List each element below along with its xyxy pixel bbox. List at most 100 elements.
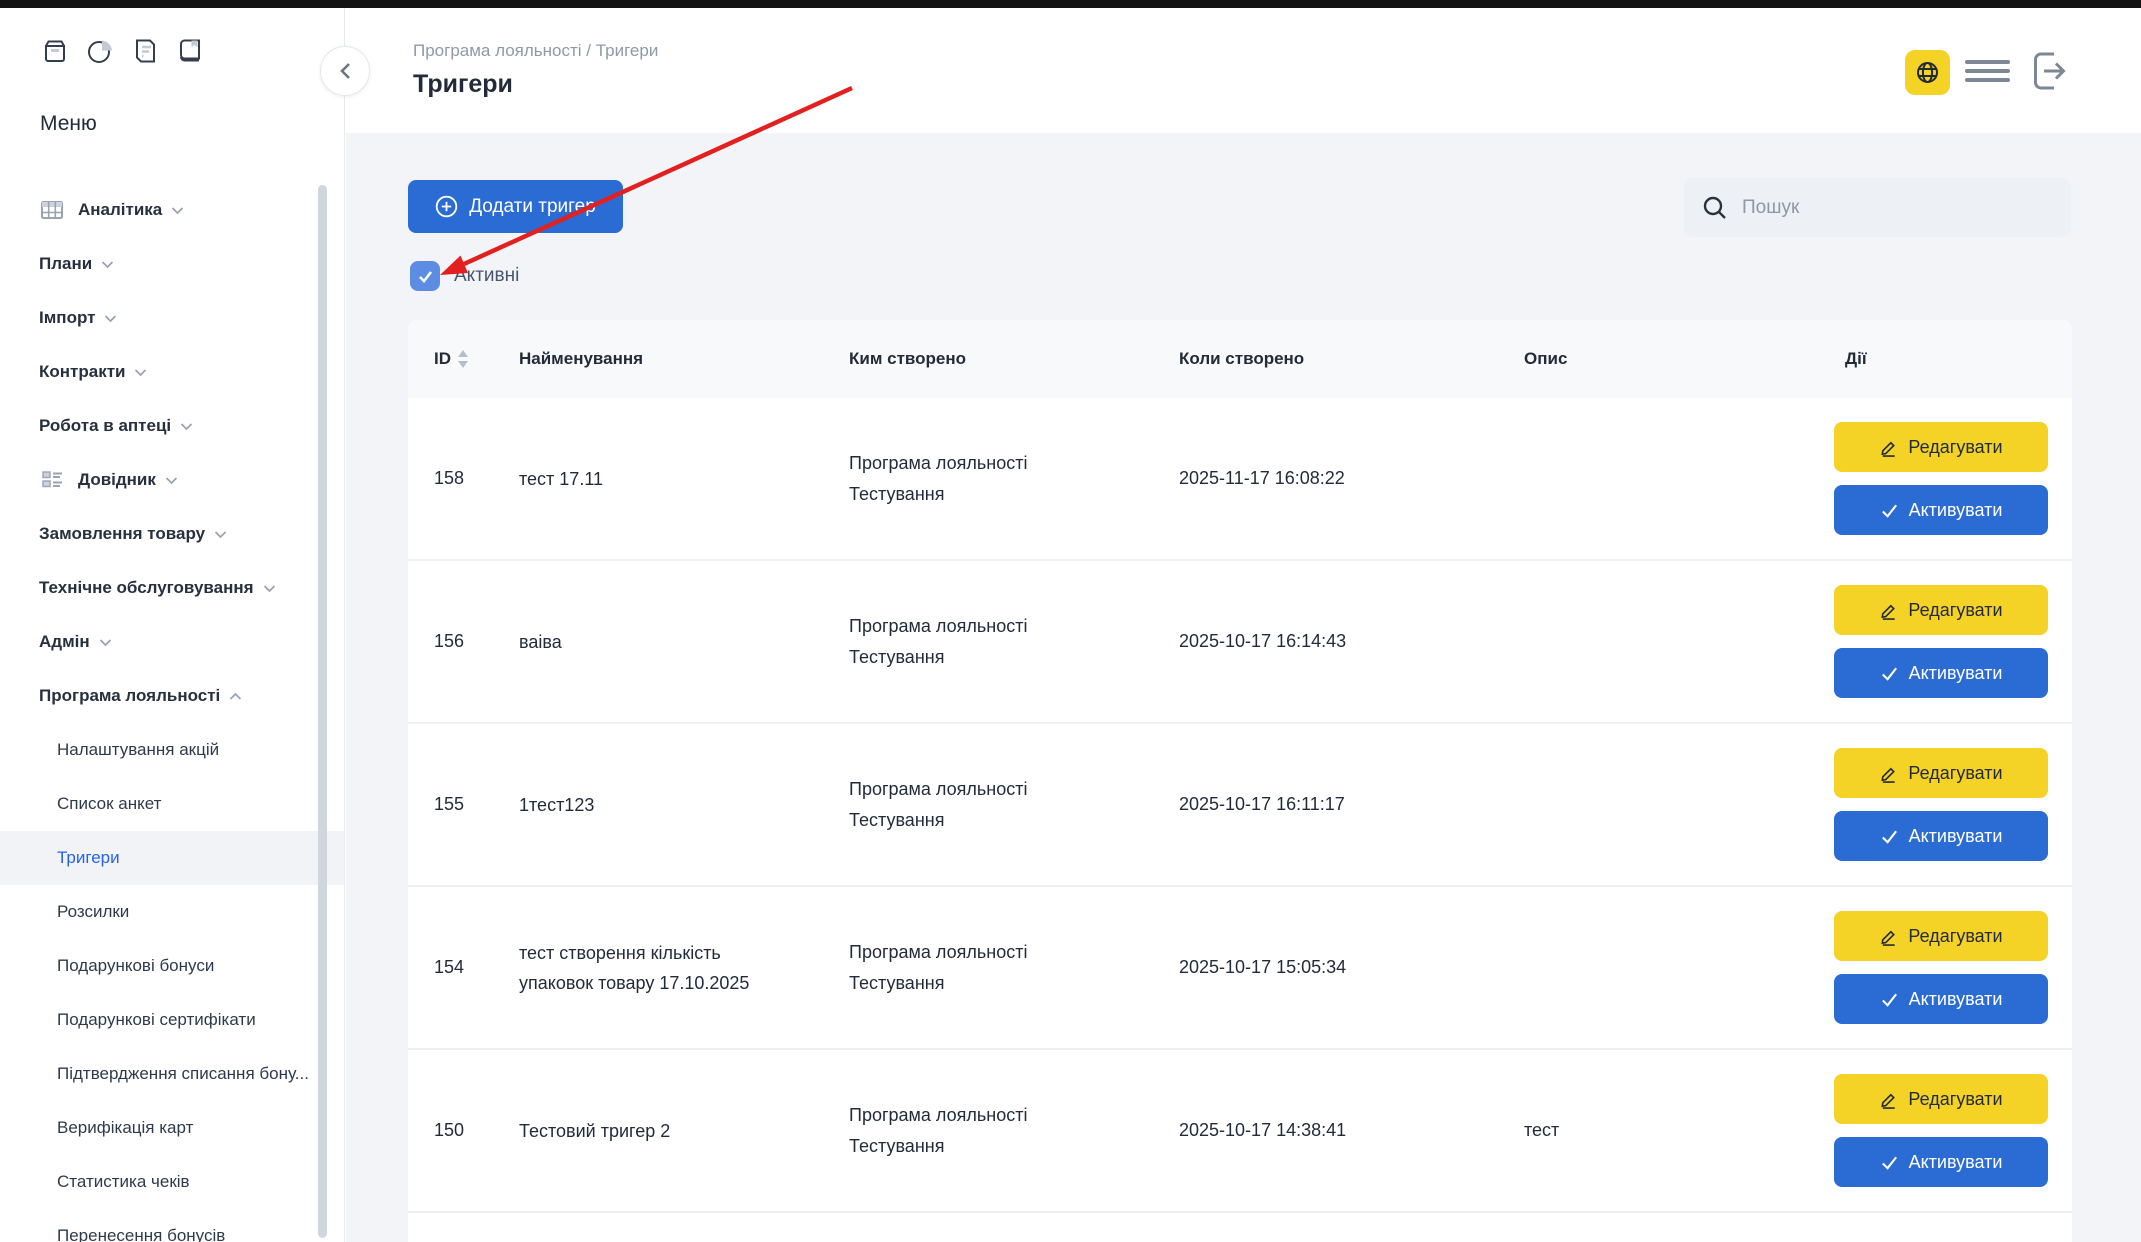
table-body: 158 тест 17.11 Програма лояльностіТестув…	[408, 398, 2072, 1213]
edit-button[interactable]: Редагувати	[1834, 1074, 2048, 1124]
cell-id: 156	[434, 631, 519, 652]
active-filter-checkbox[interactable]	[410, 261, 440, 291]
activate-button[interactable]: Активувати	[1834, 648, 2048, 698]
column-header-created-at: Коли створено	[1179, 349, 1524, 369]
sidebar-item-loyalty-program[interactable]: Програма лояльності	[0, 669, 344, 723]
language-button[interactable]	[1905, 50, 1950, 95]
cell-actions: Редагувати Активувати	[1824, 911, 2048, 1024]
chevron-down-icon	[104, 314, 117, 323]
cell-created-at: 2025-10-17 16:14:43	[1179, 631, 1524, 652]
edit-button[interactable]: Редагувати	[1834, 422, 2048, 472]
pencil-icon	[1879, 1090, 1898, 1109]
sidebar-item-triggers[interactable]: Тригери	[0, 831, 344, 885]
search-icon	[1702, 195, 1728, 221]
pencil-icon	[1879, 601, 1898, 620]
cell-created-by: Програма лояльностіТестування	[849, 611, 1179, 673]
table-row: 155 1тест123 Програма лояльностіТестуван…	[408, 724, 2072, 887]
sidebar-item-questionnaires[interactable]: Список анкет	[0, 777, 344, 831]
cell-created-at: 2025-10-17 16:11:17	[1179, 794, 1524, 815]
page-header: Програма лояльності / Тригери Тригери	[346, 8, 2141, 133]
cell-name: ваіва	[519, 627, 769, 657]
sidebar-item-receipt-statistics[interactable]: Статистика чеків	[0, 1155, 344, 1209]
activate-button[interactable]: Активувати	[1834, 811, 2048, 861]
sidebar-item-bonus-writeoff-confirmation[interactable]: Підтвердження списання бону...	[0, 1047, 344, 1101]
sidebar-item-gift-certificates[interactable]: Подарункові сертифікати	[0, 993, 344, 1047]
search-input[interactable]	[1742, 197, 2053, 219]
chevron-down-icon	[134, 368, 147, 377]
sidebar-item-analytics[interactable]: Аналітика	[0, 183, 344, 237]
cell-id: 158	[434, 468, 519, 489]
table-row: 150 Тестовий тригер 2 Програма лояльност…	[408, 1050, 2072, 1213]
sidebar-item-goods-order[interactable]: Замовлення товару	[0, 507, 344, 561]
column-header-description: Опис	[1524, 349, 1824, 369]
activate-button[interactable]: Активувати	[1834, 1137, 2048, 1187]
column-header-id[interactable]: ID	[434, 349, 519, 369]
sidebar-menu-title: Меню	[40, 112, 97, 136]
chevron-down-icon	[101, 260, 114, 269]
cell-name: Тестовий тригер 2	[519, 1116, 769, 1146]
chevron-up-icon	[229, 692, 242, 701]
cell-name: 1тест123	[519, 790, 769, 820]
edit-button[interactable]: Редагувати	[1834, 748, 2048, 798]
sidebar: Меню Аналітика Плани	[0, 8, 345, 1242]
sidebar-collapse-button[interactable]	[320, 46, 370, 96]
sidebar-quick-icons	[40, 36, 205, 66]
column-header-created-by: Ким створено	[849, 349, 1179, 369]
plus-circle-icon	[435, 195, 458, 218]
sidebar-item-plans[interactable]: Плани	[0, 237, 344, 291]
archive-icon[interactable]	[40, 36, 70, 66]
sidebar-item-card-verification[interactable]: Верифікація карт	[0, 1101, 344, 1155]
check-icon	[1880, 990, 1899, 1009]
sidebar-item-import[interactable]: Імпорт	[0, 291, 344, 345]
check-icon	[1880, 827, 1899, 846]
column-header-name: Найменування	[519, 349, 849, 369]
hamburger-menu-icon[interactable]	[1965, 60, 2010, 82]
pie-chart-icon[interactable]	[85, 36, 115, 66]
cell-id: 154	[434, 957, 519, 978]
edit-button[interactable]: Редагувати	[1834, 911, 2048, 961]
sort-icon[interactable]	[458, 350, 468, 368]
book-icon[interactable]	[175, 36, 205, 66]
activate-button[interactable]: Активувати	[1834, 974, 2048, 1024]
main-area: Програма лояльності / Тригери Тригери	[346, 8, 2141, 1242]
pencil-icon	[1879, 927, 1898, 946]
sidebar-item-admin[interactable]: Адмін	[0, 615, 344, 669]
cell-created-at: 2025-10-17 14:38:41	[1179, 1120, 1524, 1141]
cell-created-by: Програма лояльностіТестування	[849, 774, 1179, 836]
cell-name: тест створення кількість упаковок товару…	[519, 938, 769, 998]
sidebar-item-pharmacy-work[interactable]: Робота в аптеці	[0, 399, 344, 453]
check-icon	[1880, 501, 1899, 520]
check-icon	[416, 267, 435, 286]
sidebar-item-promo-settings[interactable]: Налаштування акцій	[0, 723, 344, 777]
chevron-down-icon	[214, 530, 227, 539]
sidebar-item-contracts[interactable]: Контракти	[0, 345, 344, 399]
active-filter: Активні	[410, 261, 519, 291]
search-box	[1684, 178, 2071, 237]
chevron-down-icon	[165, 476, 178, 485]
logout-icon[interactable]	[2027, 48, 2071, 94]
globe-icon	[1914, 59, 1941, 86]
breadcrumb[interactable]: Програма лояльності / Тригери	[413, 41, 658, 61]
activate-button[interactable]: Активувати	[1834, 485, 2048, 535]
column-header-actions: Дії	[1824, 349, 2048, 369]
document-icon[interactable]	[130, 36, 160, 66]
content-area: Додати тригер Активні ID	[346, 133, 2141, 1242]
cell-actions: Редагувати Активувати	[1824, 1074, 2048, 1187]
sidebar-item-bonus-transfer[interactable]: Перенесення бонусів	[0, 1209, 344, 1242]
cell-description: тест	[1524, 1120, 1824, 1141]
app-window: Меню Аналітика Плани	[0, 0, 2141, 1242]
chevron-down-icon	[180, 422, 193, 431]
check-icon	[1880, 664, 1899, 683]
cell-name: тест 17.11	[519, 464, 769, 494]
cell-created-at: 2025-11-17 16:08:22	[1179, 468, 1524, 489]
add-trigger-button[interactable]: Додати тригер	[408, 180, 623, 233]
page-title: Тригери	[413, 70, 513, 99]
sidebar-item-gift-bonuses[interactable]: Подарункові бонуси	[0, 939, 344, 993]
table-header-row: ID Найменування Ким створено Коли створе…	[408, 320, 2072, 398]
sidebar-scrollbar[interactable]	[318, 185, 327, 1238]
sidebar-item-mailings[interactable]: Розсилки	[0, 885, 344, 939]
cell-created-by: Програма лояльностіТестування	[849, 937, 1179, 999]
edit-button[interactable]: Редагувати	[1834, 585, 2048, 635]
sidebar-item-directory[interactable]: Довідник	[0, 453, 344, 507]
sidebar-item-maintenance[interactable]: Технічне обслуговування	[0, 561, 344, 615]
